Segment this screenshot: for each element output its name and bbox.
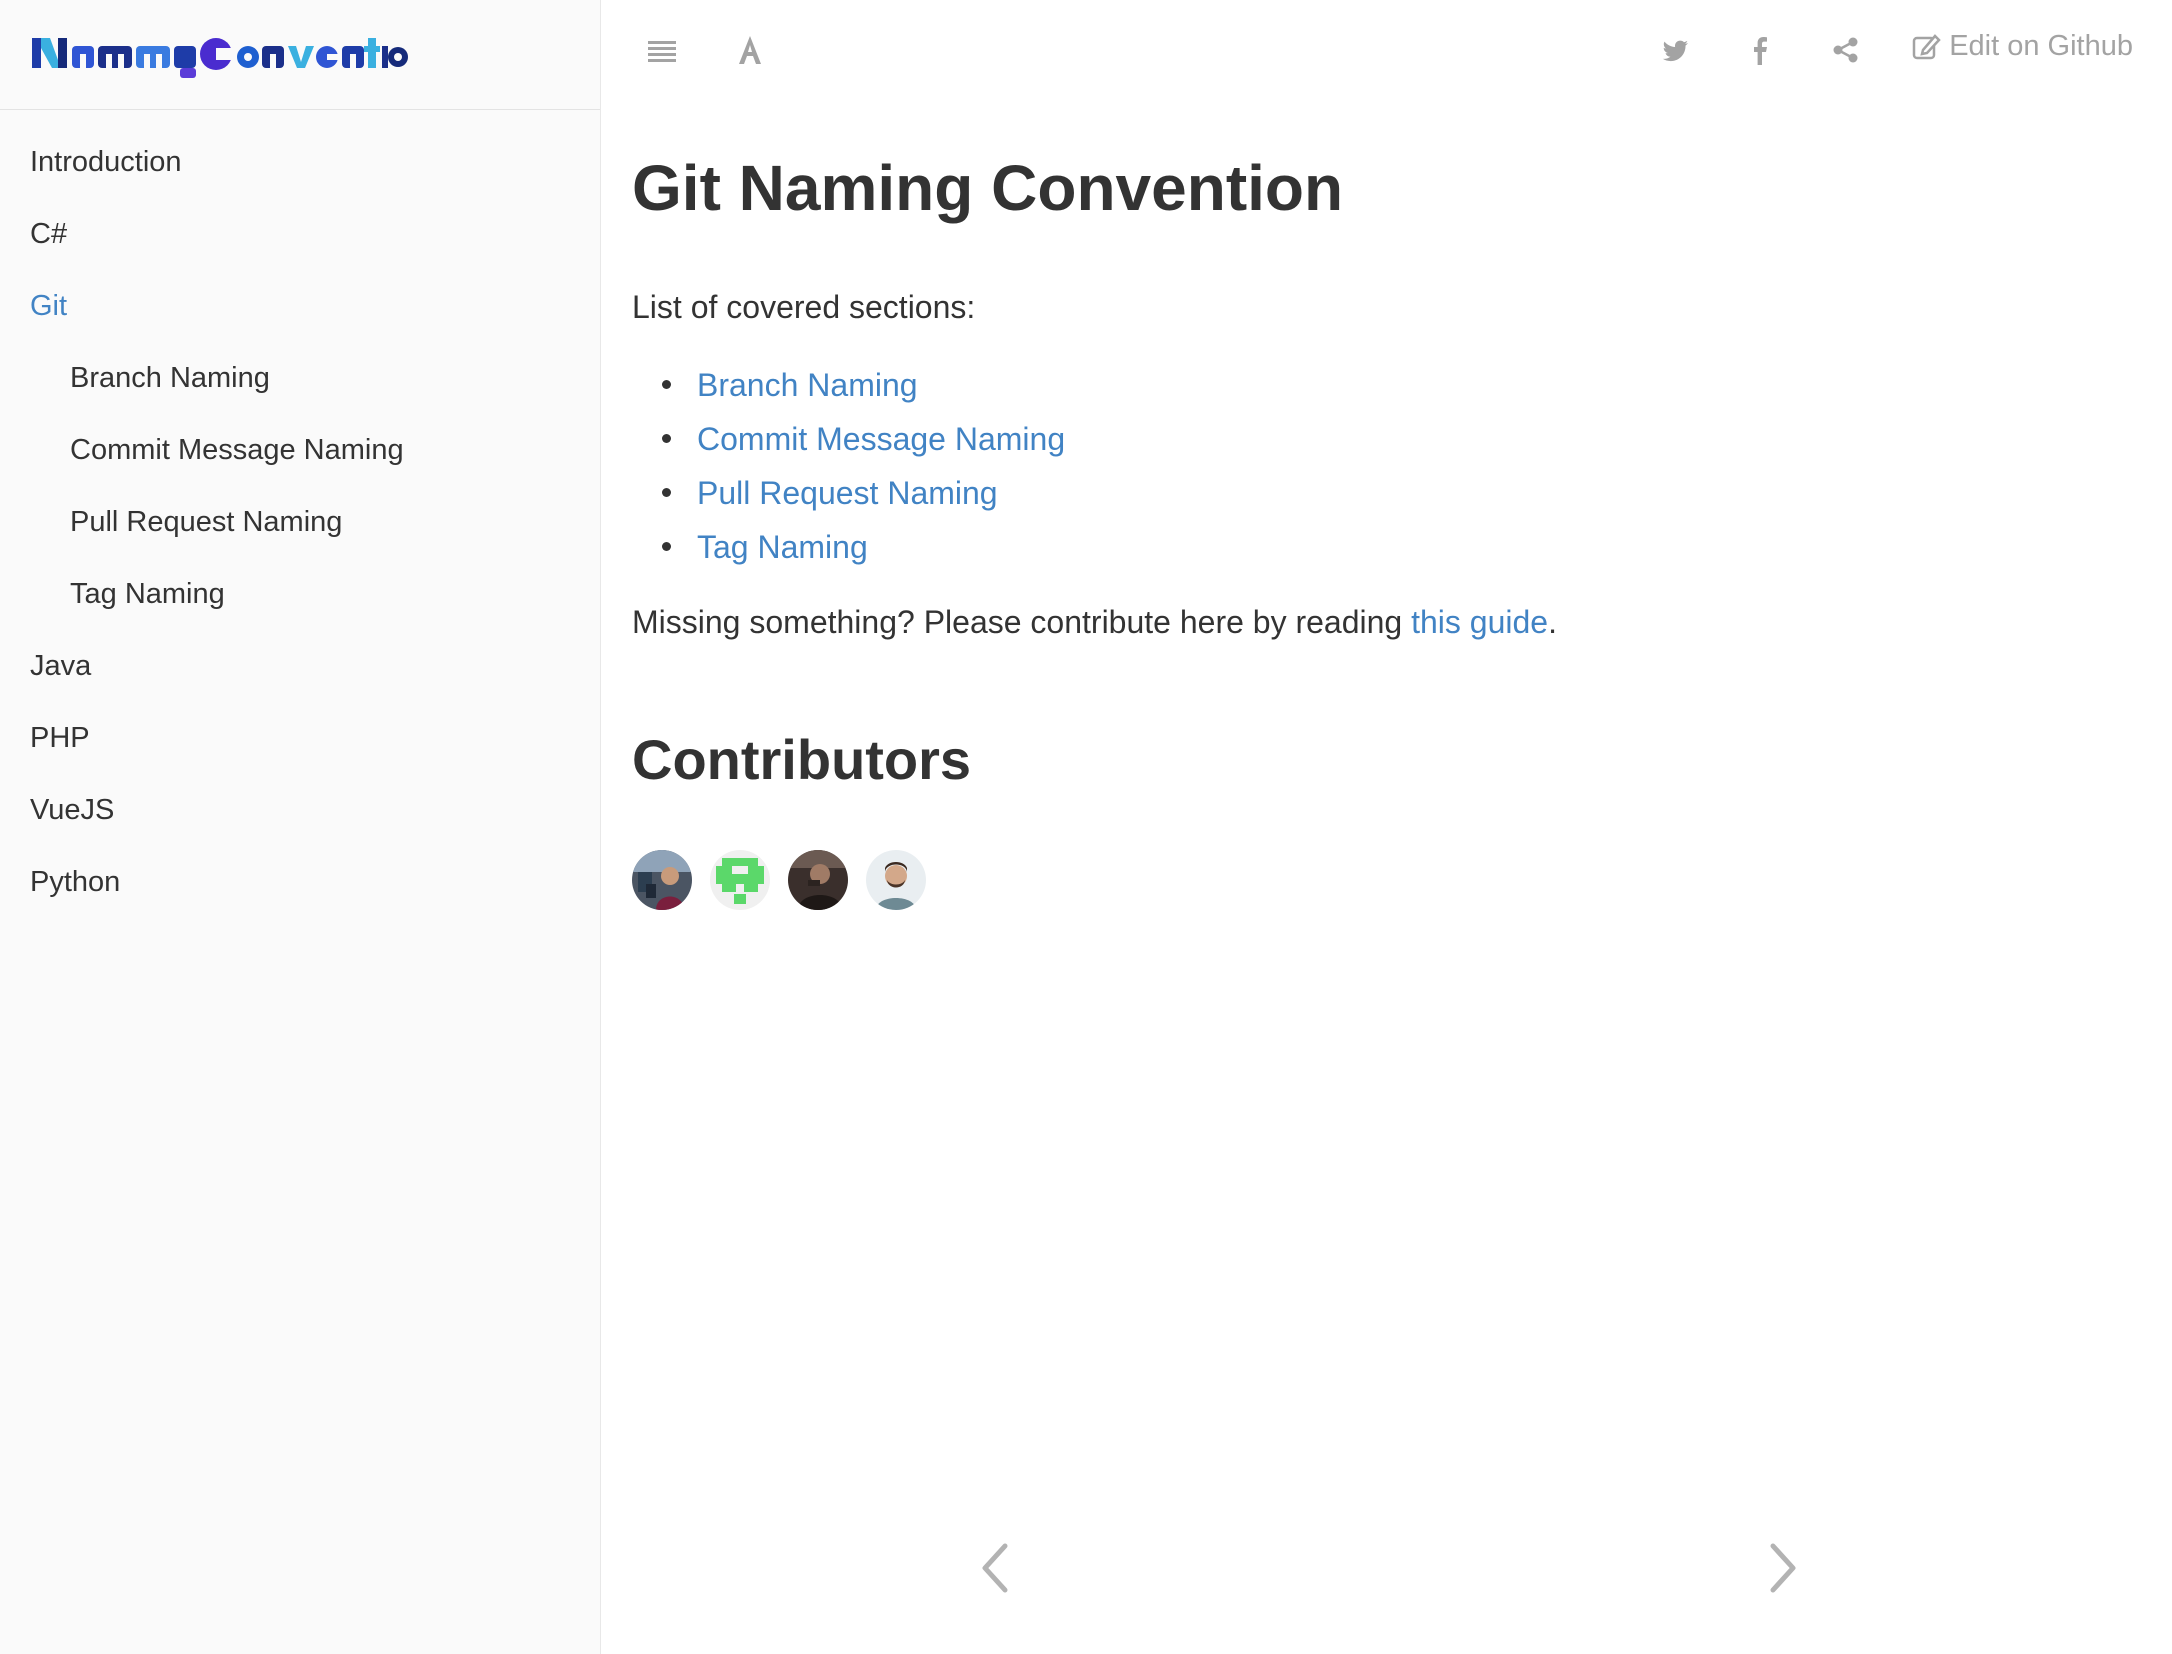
sidebar-item-tag-naming[interactable]: Tag Naming: [0, 558, 600, 630]
contribute-note: Missing something? Please contribute her…: [632, 600, 2112, 645]
menu-icon[interactable]: [646, 30, 678, 75]
list-item: Pull Request Naming: [662, 466, 2112, 520]
sidebar-item-branch-naming[interactable]: Branch Naming: [0, 342, 600, 414]
avatar[interactable]: [788, 849, 848, 910]
facebook-icon[interactable]: [1750, 30, 1770, 75]
guide-link[interactable]: this guide: [1411, 604, 1548, 640]
list-item: Commit Message Naming: [662, 412, 2112, 466]
link-pull-request-naming[interactable]: Pull Request Naming: [697, 466, 998, 520]
edit-on-github-label: Edit on Github: [1949, 30, 2133, 62]
avatar[interactable]: [710, 849, 770, 910]
logo-bar: [0, 0, 600, 110]
next-page-arrow-icon[interactable]: [1763, 1540, 1803, 1601]
link-commit-message-naming[interactable]: Commit Message Naming: [697, 412, 1065, 466]
page-content: Git Naming Convention List of covered se…: [632, 150, 2112, 910]
naming-convention-logo[interactable]: [30, 30, 410, 80]
list-item: Tag Naming: [662, 520, 2112, 574]
bullet: [662, 488, 671, 498]
sidebar-item-git[interactable]: Git: [0, 270, 600, 342]
contribute-prefix: Missing something? Please contribute her…: [632, 603, 1412, 640]
font-settings-icon[interactable]: [734, 30, 766, 75]
sections-list: Branch Naming Commit Message Naming Pull…: [662, 358, 2112, 574]
edit-icon: [1912, 33, 1941, 59]
sidebar-item-introduction[interactable]: Introduction: [0, 126, 600, 198]
list-item: Branch Naming: [662, 358, 2112, 412]
share-icon[interactable]: [1832, 30, 1860, 75]
twitter-icon[interactable]: [1662, 30, 1690, 75]
edit-on-github-button[interactable]: Edit on Github: [1911, 30, 2133, 63]
page-title: Git Naming Convention: [632, 152, 1344, 224]
link-branch-naming[interactable]: Branch Naming: [697, 358, 918, 412]
sidebar-item-java[interactable]: Java: [0, 630, 600, 702]
bullet: [662, 542, 671, 552]
sidebar-item-php[interactable]: PHP: [0, 702, 600, 774]
bullet: [662, 434, 671, 444]
avatar[interactable]: [632, 849, 692, 910]
contributors-title: Contributors: [632, 728, 972, 792]
avatar[interactable]: [866, 849, 926, 910]
sidebar-item-commit-message-naming[interactable]: Commit Message Naming: [0, 414, 600, 486]
contribute-suffix: .: [1548, 603, 1557, 640]
sidebar: Introduction C# Git Branch Naming Commit…: [0, 0, 601, 1654]
sections-intro: List of covered sections:: [632, 288, 976, 325]
sidebar-item-vuejs[interactable]: VueJS: [0, 774, 600, 846]
previous-page-arrow-icon[interactable]: [975, 1540, 1015, 1601]
sidebar-item-pull-request-naming[interactable]: Pull Request Naming: [0, 486, 600, 558]
bullet: [662, 380, 671, 390]
sidebar-item-python[interactable]: Python: [0, 846, 600, 918]
contributors-avatars: [632, 849, 2112, 910]
sidebar-nav: Introduction C# Git Branch Naming Commit…: [0, 110, 600, 918]
book-header: Edit on Github: [602, 0, 2172, 100]
link-tag-naming[interactable]: Tag Naming: [697, 520, 868, 574]
sidebar-item-csharp[interactable]: C#: [0, 198, 600, 270]
